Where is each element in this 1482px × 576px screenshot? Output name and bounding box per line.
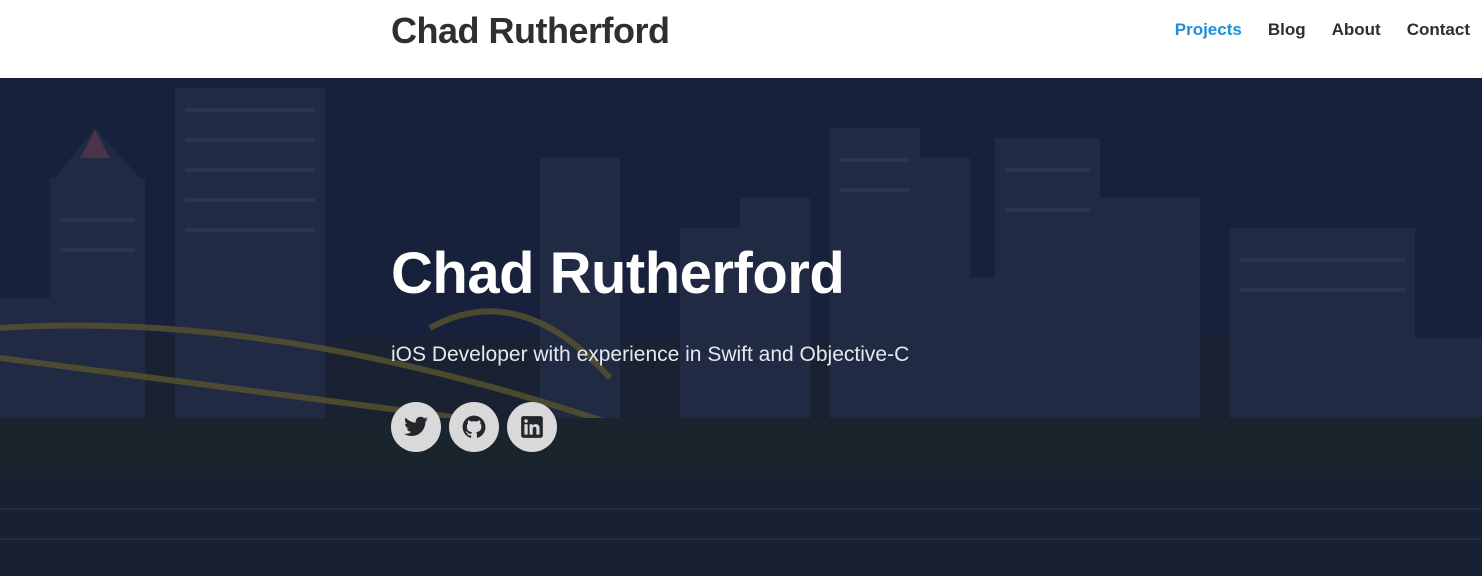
- nav-about[interactable]: About: [1332, 19, 1381, 41]
- github-button[interactable]: [449, 402, 499, 452]
- site-brand[interactable]: Chad Rutherford: [391, 9, 670, 53]
- twitter-icon: [404, 416, 428, 436]
- nav-contact[interactable]: Contact: [1407, 19, 1470, 41]
- github-icon: [462, 415, 486, 438]
- main-nav: Projects Blog About Contact: [1175, 19, 1470, 41]
- twitter-button[interactable]: [391, 402, 441, 452]
- linkedin-icon: [521, 416, 543, 438]
- nav-blog[interactable]: Blog: [1268, 19, 1306, 41]
- linkedin-button[interactable]: [507, 402, 557, 452]
- site-header: Chad Rutherford Projects Blog About Cont…: [0, 0, 1482, 78]
- hero-content: Chad Rutherford iOS Developer with exper…: [391, 238, 909, 452]
- social-links: [391, 402, 909, 452]
- hero-title: Chad Rutherford: [391, 241, 845, 306]
- hero-section: Chad Rutherford iOS Developer with exper…: [0, 78, 1482, 576]
- hero-subtitle: iOS Developer with experience in Swift a…: [391, 343, 910, 366]
- nav-projects[interactable]: Projects: [1175, 19, 1242, 41]
